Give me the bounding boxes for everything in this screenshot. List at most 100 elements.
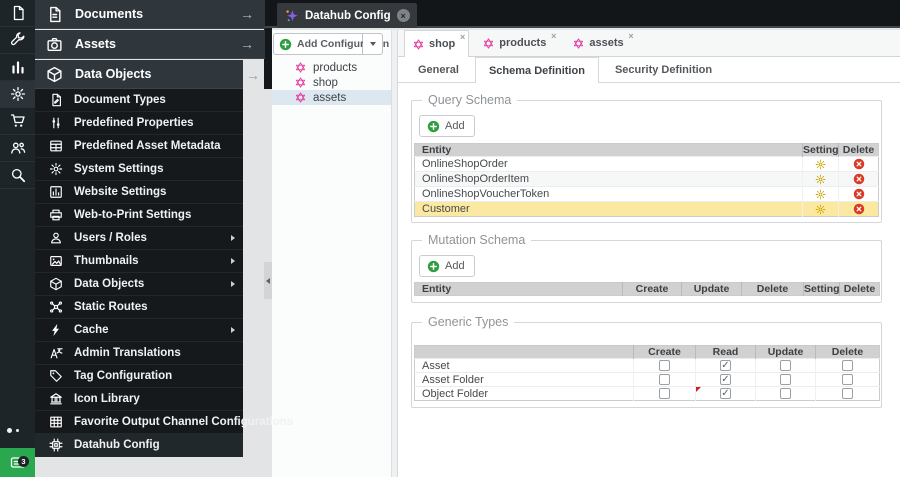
settings-gear-icon[interactable] — [804, 204, 839, 215]
submenu-item-predefined-properties[interactable]: Predefined Properties — [35, 112, 243, 135]
strip-reports-icon[interactable] — [0, 54, 35, 81]
datahub-config-icon — [573, 37, 584, 49]
settings-gear-icon[interactable] — [804, 189, 839, 200]
create-checkbox[interactable] — [659, 374, 670, 385]
submenu-item-document-types[interactable]: Document Types — [35, 89, 243, 112]
submenu-item-predefined-asset-metadata[interactable]: Predefined Asset Metadata — [35, 135, 243, 158]
data-objects-expand-arrow: → — [246, 66, 260, 83]
menu-item-documents[interactable]: Documents → — [35, 0, 265, 29]
table-row[interactable]: Asset Folder ✓ — [414, 372, 880, 387]
grid-header-row: EntityCreateUpdateDeleteSettingsDelete — [414, 282, 880, 296]
submenu-item-label: Static Routes — [74, 301, 148, 313]
strip-customers-icon[interactable] — [0, 135, 35, 162]
update-checkbox[interactable] — [780, 360, 791, 371]
file-pen-icon — [49, 93, 63, 107]
close-icon[interactable]: × — [551, 32, 556, 41]
submenu-item-label: Cache — [74, 324, 109, 336]
add-configuration-button[interactable]: Add Configuration — [273, 33, 389, 55]
section-tab-security-definition[interactable]: Security Definition — [602, 57, 725, 82]
table-row[interactable]: Object Folder ✓ — [414, 386, 880, 401]
create-checkbox[interactable] — [659, 388, 670, 399]
submenu-item-website-settings[interactable]: Website Settings — [35, 181, 243, 204]
flyout-arrow-icon — [231, 258, 235, 264]
menu-item-data-objects[interactable]: Data Objects — [35, 60, 243, 89]
submenu-item-favorite-output-channel-configurations[interactable]: Favorite Output Channel Configurations — [35, 411, 293, 434]
tree-item-shop[interactable]: shop — [272, 75, 391, 90]
column-header-delete: Delete — [838, 143, 879, 157]
submenu-item-cache[interactable]: Cache — [35, 319, 243, 342]
submenu-item-label: Thumbnails — [74, 255, 139, 267]
submenu-item-static-routes[interactable]: Static Routes — [35, 296, 243, 319]
add-configuration-dropdown[interactable] — [363, 33, 383, 55]
column-header-entity: Entity — [414, 282, 623, 296]
delete-checkbox[interactable] — [842, 374, 853, 385]
tree-item-label: assets — [313, 91, 347, 104]
delete-checkbox[interactable] — [842, 388, 853, 399]
datahub-config-icon — [483, 37, 494, 49]
settings-gear-icon[interactable] — [804, 174, 839, 185]
close-icon[interactable]: × — [460, 33, 465, 42]
delete-icon[interactable] — [840, 188, 879, 200]
read-checkbox[interactable]: ✓ — [720, 388, 731, 399]
panel-collapse-handle[interactable] — [264, 262, 272, 299]
grid-icon — [49, 415, 63, 429]
bank-icon — [49, 392, 63, 406]
submenu-item-icon-library[interactable]: Icon Library — [35, 388, 243, 411]
delete-icon[interactable] — [840, 173, 879, 185]
strip-tools-icon[interactable] — [0, 27, 35, 54]
settings-gear-icon[interactable] — [804, 159, 839, 170]
tab-datahub-config[interactable]: Datahub Config × — [277, 3, 417, 28]
read-checkbox[interactable]: ✓ — [720, 374, 731, 385]
submenu-item-label: Icon Library — [74, 393, 140, 405]
submenu-item-users-roles[interactable]: Users / Roles — [35, 227, 243, 250]
section-tab-label: General — [418, 63, 459, 76]
submenu-item-data-objects[interactable]: Data Objects — [35, 273, 243, 296]
config-tab-assets[interactable]: assets × — [565, 30, 636, 56]
table-row[interactable]: OnlineShopOrderItem — [414, 171, 879, 187]
menu-item-assets[interactable]: Assets → — [35, 30, 265, 59]
create-checkbox[interactable] — [659, 360, 670, 371]
strip-search-icon[interactable] — [0, 162, 35, 189]
submenu-item-thumbnails[interactable]: Thumbnails — [35, 250, 243, 273]
delete-icon[interactable] — [840, 203, 879, 215]
config-tab-shop[interactable]: shop × — [404, 30, 470, 57]
tree-item-products[interactable]: products — [272, 60, 391, 75]
config-tab-products[interactable]: products × — [475, 30, 559, 56]
close-icon[interactable]: × — [628, 32, 633, 41]
cube-icon — [49, 277, 63, 291]
strip-ecommerce-icon[interactable] — [0, 108, 35, 135]
section-tab-general[interactable]: General — [405, 57, 472, 82]
update-checkbox[interactable] — [780, 388, 791, 399]
update-checkbox[interactable] — [780, 374, 791, 385]
datahub-config-icon — [295, 77, 306, 88]
plus-icon — [427, 260, 440, 273]
strip-settings-icon[interactable] — [0, 81, 35, 108]
table-row[interactable]: Asset ✓ — [414, 358, 880, 373]
submenu-item-web-to-print-settings[interactable]: Web-to-Print Settings — [35, 204, 243, 227]
grid-header-row: Create Read Update Delete — [414, 345, 880, 359]
chat-badge: 3 — [18, 456, 29, 467]
read-checkbox[interactable]: ✓ — [720, 360, 731, 371]
delete-icon[interactable] — [840, 158, 879, 170]
submenu-item-tag-configuration[interactable]: Tag Configuration — [35, 365, 243, 388]
configuration-tab-bar: shop × products × assets × — [398, 30, 900, 57]
left-icon-strip: 3 — [0, 0, 35, 477]
config-tab-label: shop — [429, 38, 456, 50]
delete-checkbox[interactable] — [842, 360, 853, 371]
close-icon[interactable]: × — [396, 9, 410, 22]
mutation-schema-add-button[interactable]: Add — [419, 255, 475, 277]
submenu-item-datahub-config[interactable]: Datahub Config — [35, 434, 243, 457]
table-row[interactable]: Customer — [414, 201, 879, 217]
column-header-read: Read — [695, 345, 756, 359]
settings-submenu: Document Types Predefined Properties Prede… — [35, 89, 293, 457]
table-row[interactable]: OnlineShopOrder — [414, 156, 879, 172]
submenu-item-system-settings[interactable]: System Settings — [35, 158, 243, 181]
section-tab-schema-definition[interactable]: Schema Definition — [474, 57, 599, 83]
chat-button[interactable]: 3 — [0, 448, 35, 477]
dot-indicator — [7, 428, 12, 433]
strip-file-icon[interactable] — [0, 0, 35, 27]
table-row[interactable]: OnlineShopVoucherToken — [414, 186, 879, 202]
query-schema-add-button[interactable]: Add — [419, 115, 475, 137]
tree-item-assets[interactable]: assets — [272, 90, 391, 105]
submenu-item-admin-translations[interactable]: Admin Translations — [35, 342, 243, 365]
